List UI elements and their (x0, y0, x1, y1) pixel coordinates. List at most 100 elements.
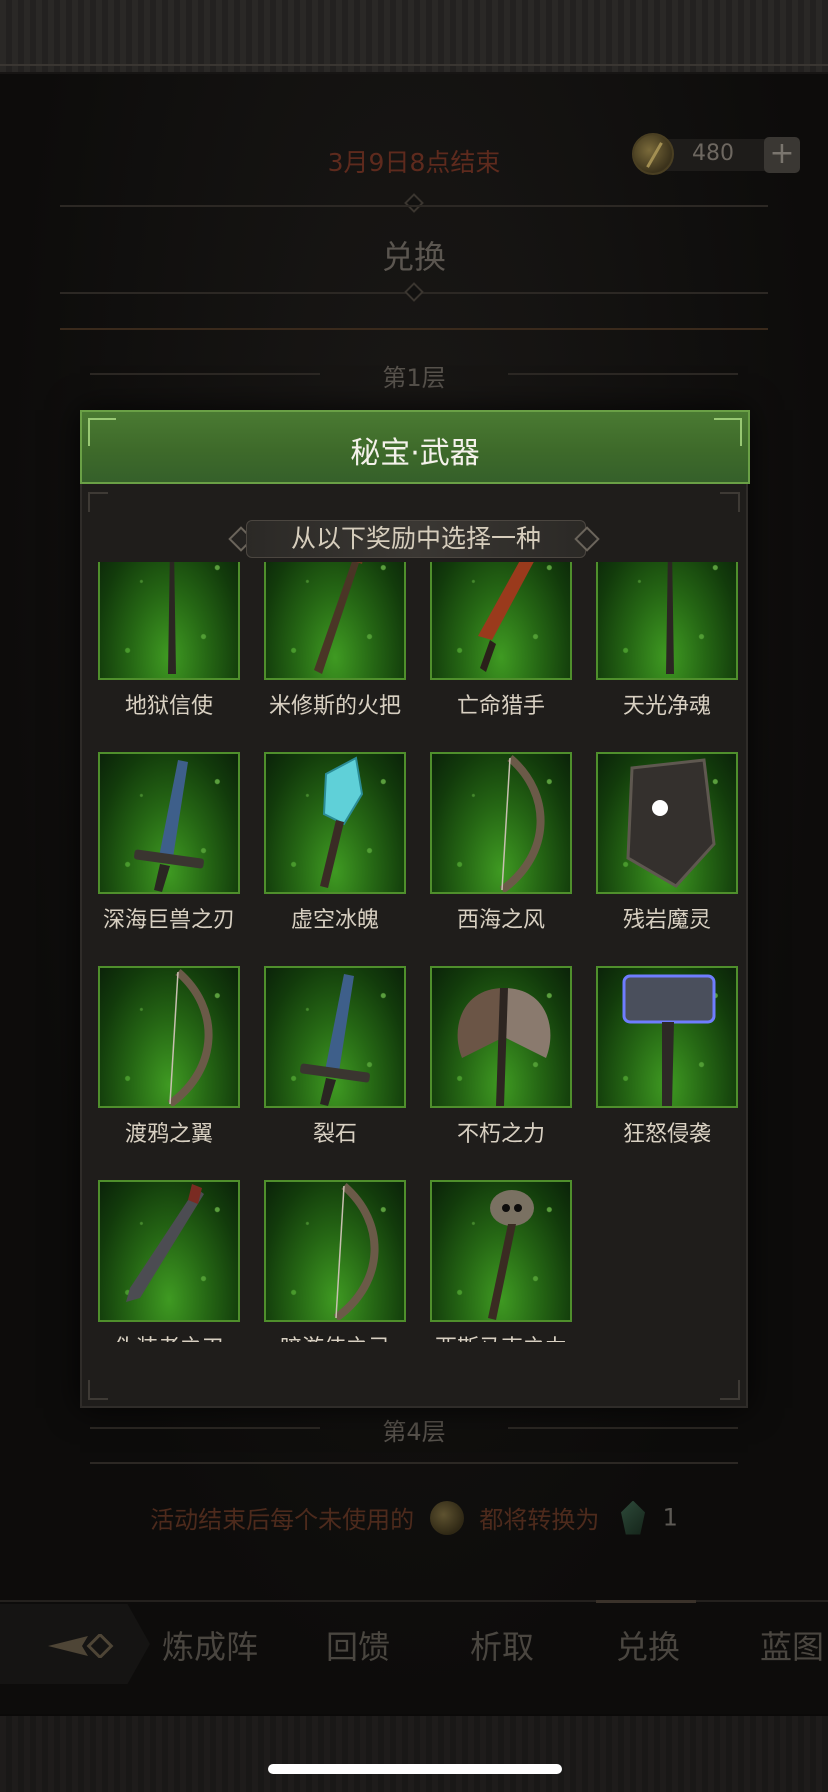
weapon-tile[interactable] (596, 562, 738, 680)
weapon-tile[interactable] (264, 562, 406, 680)
weapon-tile[interactable] (430, 752, 572, 894)
weapon-option[interactable]: 不朽之力 (430, 966, 572, 1156)
weapon-name: 西斯马克之力 (422, 1330, 580, 1342)
currency-display: 480 + (632, 133, 802, 177)
weapon-option[interactable]: 地狱信使 (98, 562, 240, 728)
greatsword-icon (300, 974, 370, 1106)
weapon-name: 残岩魔灵 (622, 908, 711, 933)
weapon-option[interactable]: 米修斯的火把 (264, 562, 406, 728)
tab-alchemy[interactable]: 炼成阵 (162, 1622, 258, 1668)
weapon-name: 暗游侠之弓 (256, 1330, 414, 1342)
top-decorative-band (0, 0, 828, 74)
blade-icon (478, 562, 534, 672)
corner-ornament (88, 1380, 108, 1400)
divider (90, 1462, 738, 1464)
bow-icon (333, 1182, 379, 1320)
tab-rewards[interactable]: 回馈 (326, 1622, 390, 1668)
compass-coin-icon (429, 1500, 464, 1535)
weapon-name: 渡鸦之翼 (124, 1122, 213, 1147)
weapon-tile[interactable] (430, 966, 572, 1108)
currency-amount: 480 (692, 141, 734, 166)
tab-extract[interactable]: 析取 (470, 1622, 534, 1668)
staff-icon (168, 562, 176, 674)
axe-icon (457, 988, 551, 1106)
floor-4-label: 第4层 (382, 1418, 446, 1446)
weapon-name: 地狱信使 (124, 694, 213, 719)
weapon-option[interactable]: 伪装者之刃 (98, 1180, 240, 1342)
conversion-note-middle: 都将转换为 (479, 1506, 600, 1534)
weapon-tile[interactable] (430, 1180, 572, 1322)
home-indicator[interactable] (268, 1764, 562, 1774)
ice-scepter-icon (320, 756, 364, 888)
weapon-tile[interactable] (596, 752, 738, 894)
staff-icon (666, 562, 674, 674)
dialog-header: 秘宝·武器 (80, 410, 750, 484)
dialog-subtitle: 从以下奖励中选择一种 (246, 520, 586, 558)
weapon-option[interactable]: 深海巨兽之刃 (98, 752, 240, 942)
compass-coin-icon (632, 133, 674, 175)
tab-blueprint[interactable]: 蓝图 (760, 1622, 824, 1668)
active-tab-indicator (596, 1600, 696, 1603)
green-gem-icon (621, 1500, 645, 1535)
weapon-tile[interactable] (98, 1180, 240, 1322)
weapon-option[interactable]: 残岩魔灵 (596, 752, 738, 942)
dialog-subtitle-bar: 从以下奖励中选择一种 (82, 520, 746, 560)
floor-divider-right (508, 1427, 738, 1429)
weapon-selection-dialog: 秘宝·武器 从以下奖励中选择一种 地狱信使 米修斯的火把 亡命猎手 天光净魂深海巨兽之… (80, 410, 750, 1408)
weapon-option[interactable]: 西海之风 (430, 752, 572, 942)
page-title: 兑换 (381, 238, 446, 276)
weapon-tile[interactable] (98, 562, 240, 680)
weapon-option[interactable]: 虚空冰魄 (264, 752, 406, 942)
weapon-name: 伪装者之刃 (90, 1330, 248, 1342)
divider (0, 1600, 828, 1602)
weapon-name: 不朽之力 (456, 1122, 545, 1147)
dagger-icon (126, 1184, 204, 1302)
bottom-nav: 炼成阵 回馈 析取 兑换 蓝图 (0, 1600, 828, 1690)
weapon-name: 西海之风 (456, 908, 545, 933)
weapon-option[interactable]: 渡鸦之翼 (98, 966, 240, 1156)
shield-icon (626, 758, 716, 888)
weapon-name: 米修斯的火把 (268, 694, 401, 719)
divider (60, 205, 768, 207)
divider (60, 328, 768, 330)
corner-ornament (720, 1380, 740, 1400)
weapon-name: 深海巨兽之刃 (102, 908, 235, 933)
floor-divider-right (508, 373, 738, 375)
bow-icon (167, 968, 213, 1106)
conversion-note: 活动结束后每个未使用的 都将转换为 1 (0, 1500, 828, 1540)
weapon-tile[interactable] (264, 752, 406, 894)
dialog-title: 秘宝·武器 (350, 436, 480, 471)
hammer-icon (622, 974, 716, 1106)
tab-exchange[interactable]: 兑换 (616, 1622, 680, 1668)
weapon-option[interactable]: 狂怒侵袭 (596, 966, 738, 1156)
weapon-tile[interactable] (98, 966, 240, 1108)
weapon-name: 亡命猎手 (456, 694, 545, 719)
weapon-tile[interactable] (430, 562, 572, 680)
greatsword-icon (134, 760, 204, 892)
weapon-option[interactable]: 西斯马克之力 (430, 1180, 572, 1342)
weapon-tile[interactable] (264, 1180, 406, 1322)
weapon-name: 狂怒侵袭 (622, 1122, 711, 1147)
weapon-name: 裂石 (312, 1122, 357, 1147)
corner-ornament (720, 492, 740, 512)
conversion-note-prefix: 活动结束后每个未使用的 (150, 1506, 415, 1534)
back-arrow-icon (48, 1634, 114, 1658)
add-currency-button[interactable]: + (764, 137, 800, 173)
torch-icon (314, 562, 363, 674)
weapon-option[interactable]: 裂石 (264, 966, 406, 1156)
weapon-name: 天光净魂 (622, 694, 711, 719)
weapon-option[interactable]: 暗游侠之弓 (264, 1180, 406, 1342)
conversion-amount: 1 (662, 1503, 678, 1532)
bow-icon (499, 754, 545, 892)
weapon-tile[interactable] (98, 752, 240, 894)
back-button[interactable] (0, 1604, 150, 1684)
bottom-decorative-band (0, 1716, 828, 1792)
weapon-tile[interactable] (596, 966, 738, 1108)
weapon-tile[interactable] (264, 966, 406, 1108)
skull-staff-icon (488, 1190, 534, 1320)
floor-1-label: 第1层 (382, 364, 446, 392)
weapon-option[interactable]: 亡命猎手 (430, 562, 572, 728)
weapon-grid-scroll[interactable]: 地狱信使 米修斯的火把 亡命猎手 天光净魂深海巨兽之刃 虚空冰魄 西海之风 残岩魔灵渡鸦之翼… (82, 562, 750, 1342)
weapon-option[interactable]: 天光净魂 (596, 562, 738, 728)
corner-ornament (88, 492, 108, 512)
